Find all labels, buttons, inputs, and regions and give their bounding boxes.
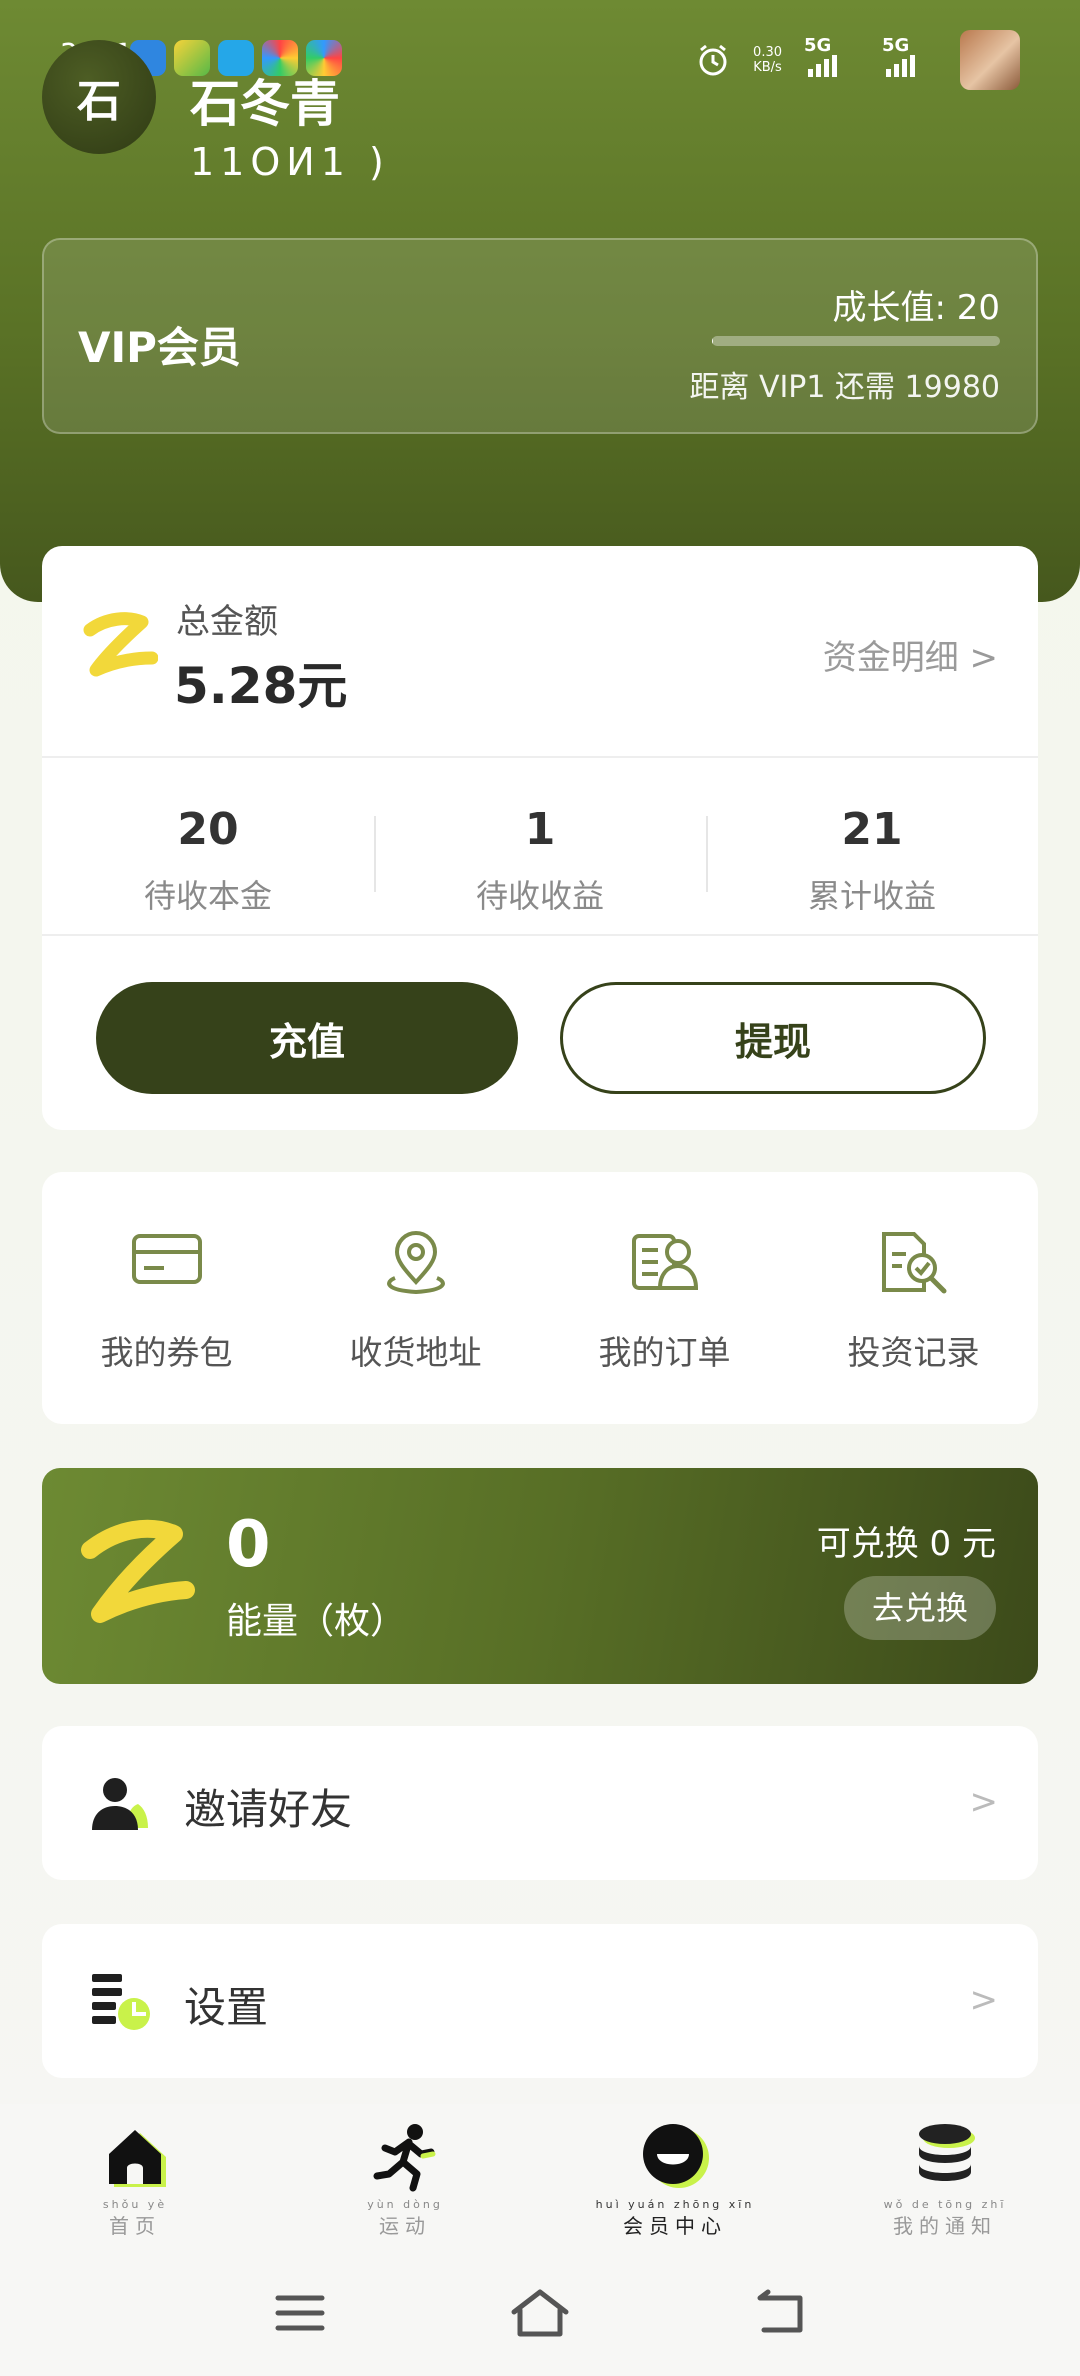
quick-item-label: 收货地址 xyxy=(349,1333,482,1372)
chevron-right-icon: > xyxy=(969,1980,999,2020)
recharge-button[interactable]: 充值 xyxy=(96,982,518,1094)
home-icon xyxy=(109,2130,166,2187)
bottom-tab-bar: shǒu yè 首页 yùn dòng 运动 huì yuán zhōng xī… xyxy=(0,2104,1080,2250)
stat-value: 21 xyxy=(841,804,903,855)
vip-growth-value: 成长值: 20 xyxy=(832,288,1000,328)
energy-label: 能量（枚） xyxy=(226,1601,407,1642)
quick-item-coupons[interactable]: 我的券包 xyxy=(42,1172,291,1424)
document-search-icon xyxy=(881,1232,946,1294)
wallet-stats: 20 待收本金 1 待收收益 21 累计收益 xyxy=(42,758,1038,936)
alarm-clock-icon xyxy=(699,44,727,76)
back-icon[interactable] xyxy=(750,2288,810,2338)
network-speed-unit: KB/s xyxy=(753,60,782,75)
menu-icon[interactable] xyxy=(270,2288,330,2338)
member-face-icon xyxy=(643,2124,709,2188)
stat-label: 待收收益 xyxy=(475,877,604,915)
energy-card: 0 能量（枚） 可兑换 0 元 去兑换 xyxy=(42,1468,1038,1684)
settings-row[interactable]: 设置 > xyxy=(42,1924,1038,2078)
row-label: 邀请好友 xyxy=(184,1785,353,1834)
status-bar: 3:51 0.30 KB/s 5G 5G xyxy=(0,0,1080,110)
energy-z-icon xyxy=(83,612,158,677)
sim2-network-type: 5G xyxy=(882,35,910,56)
quick-item-label: 我的订单 xyxy=(598,1333,731,1372)
network-speed: 0.30 KB/s xyxy=(753,45,782,75)
system-navigation-bar xyxy=(0,2250,1080,2376)
wallet-summary: 总金额 5.28元 资金明细 > xyxy=(42,546,1038,758)
order-list-icon xyxy=(631,1234,698,1290)
stat-pending-income[interactable]: 1 待收收益 xyxy=(374,758,706,934)
stat-pending-principal[interactable]: 20 待收本金 xyxy=(42,758,374,934)
profile-thumbnail-icon xyxy=(960,30,1020,90)
coupon-card-icon xyxy=(131,1234,202,1284)
fund-detail-link[interactable]: 资金明细 > xyxy=(823,630,998,679)
tab-home[interactable]: shǒu yè 首页 xyxy=(0,2104,270,2250)
tab-member-center[interactable]: huì yuán zhōng xīn 会员中心 xyxy=(540,2104,810,2250)
exchange-amount: 可兑换 0 元 xyxy=(816,1524,996,1564)
signal-strength-icon: 5G xyxy=(882,35,938,85)
chevron-right-icon: > xyxy=(969,1782,999,1822)
quick-item-orders[interactable]: 我的订单 xyxy=(540,1172,789,1424)
tab-notifications[interactable]: wǒ de tōng zhī 我的通知 xyxy=(810,2104,1080,2250)
vip-remaining-text: 距离 VIP1 还需 19980 xyxy=(689,370,1000,405)
total-amount-label: 总金额 xyxy=(176,602,278,642)
location-pin-icon xyxy=(386,1231,445,1295)
quick-item-address[interactable]: 收货地址 xyxy=(291,1172,540,1424)
vip-card[interactable]: VIP会员 成长值: 20 距离 VIP1 还需 19980 xyxy=(42,238,1038,434)
stat-label: 待收本金 xyxy=(143,877,272,915)
tab-label: 首页 xyxy=(109,2214,161,2238)
tab-label: 会员中心 xyxy=(623,2214,727,2238)
signal-strength-icon: 5G xyxy=(804,35,860,85)
vip-progress-bar xyxy=(712,336,1000,346)
quick-item-label: 投资记录 xyxy=(847,1333,980,1372)
sim1-network-type: 5G xyxy=(804,35,832,56)
vip-title: VIP会员 xyxy=(78,323,241,372)
tab-sports[interactable]: yùn dòng 运动 xyxy=(270,2104,540,2250)
quick-item-label: 我的券包 xyxy=(100,1333,233,1372)
stat-value: 20 xyxy=(177,804,239,855)
invite-friends-row[interactable]: 邀请好友 > xyxy=(42,1726,1038,1880)
runner-icon xyxy=(373,2124,436,2192)
quick-menu: 我的券包 收货地址 我的订单 投资记录 xyxy=(42,1172,1038,1424)
avatar[interactable]: 石 xyxy=(42,40,156,154)
exchange-button[interactable]: 去兑换 xyxy=(844,1576,996,1640)
user-invite-icon xyxy=(92,1778,148,1830)
total-amount-value: 5.28元 xyxy=(174,657,348,715)
database-stack-icon xyxy=(919,2124,975,2181)
stat-total-income[interactable]: 21 累计收益 xyxy=(706,758,1038,934)
user-id: 11ОИ1 ) xyxy=(190,140,390,184)
row-label: 设置 xyxy=(184,1983,269,2032)
user-name: 石冬青 xyxy=(190,75,340,133)
energy-value: 0 xyxy=(226,1508,271,1582)
quick-item-investments[interactable]: 投资记录 xyxy=(789,1172,1038,1424)
tab-label: 我的通知 xyxy=(893,2214,997,2238)
energy-z-icon xyxy=(81,1519,195,1623)
tab-label: 运动 xyxy=(379,2214,431,2238)
network-speed-value: 0.30 xyxy=(753,45,782,60)
wallet-card: 总金额 5.28元 资金明细 > 20 待收本金 1 待收收益 21 累计收益 … xyxy=(42,546,1038,1130)
withdraw-button[interactable]: 提现 xyxy=(560,982,986,1094)
settings-list-icon xyxy=(92,1974,150,2030)
stat-value: 1 xyxy=(524,804,556,855)
stat-label: 累计收益 xyxy=(807,877,936,915)
home-nav-icon[interactable] xyxy=(508,2288,572,2338)
